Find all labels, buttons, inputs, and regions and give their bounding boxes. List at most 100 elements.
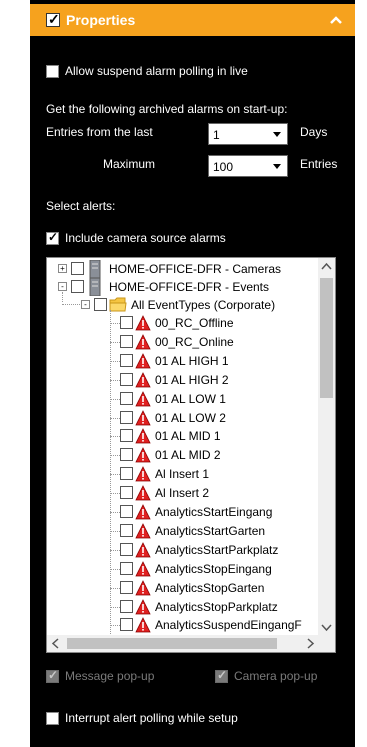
alert-checkbox[interactable] bbox=[120, 486, 133, 500]
alert-label: 00_RC_Online bbox=[155, 334, 234, 349]
scroll-left-icon[interactable] bbox=[47, 635, 64, 652]
alert-item[interactable]: 00_RC_Online bbox=[47, 333, 319, 351]
properties-header[interactable]: ✓ Properties bbox=[30, 4, 355, 36]
maximum-label: Maximum bbox=[103, 157, 156, 171]
alert-checkbox[interactable] bbox=[120, 580, 133, 594]
collapse-icon[interactable]: - bbox=[58, 282, 67, 291]
alarm-icon bbox=[135, 522, 151, 539]
alert-checkbox[interactable] bbox=[120, 391, 133, 405]
alert-item[interactable]: AnalyticsStopParkplatz bbox=[47, 598, 319, 616]
alert-item[interactable]: Al Insert 2 bbox=[47, 484, 319, 502]
alert-item[interactable]: AnalyticsStartParkplatz bbox=[47, 541, 319, 559]
dropdown-arrow-icon[interactable] bbox=[269, 158, 285, 174]
alert-checkbox[interactable] bbox=[120, 599, 133, 613]
alarm-icon bbox=[135, 504, 151, 520]
maximum-combo[interactable]: 100 bbox=[208, 155, 288, 177]
alert-label: Al Insert 1 bbox=[155, 467, 210, 482]
folder-icon bbox=[109, 297, 127, 312]
alert-checkbox[interactable] bbox=[120, 561, 133, 575]
alarm-icon bbox=[135, 560, 151, 577]
alert-item[interactable]: AnalyticsStartEingang bbox=[47, 503, 319, 521]
alert-checkbox[interactable] bbox=[120, 505, 133, 518]
alert-checkbox[interactable] bbox=[120, 353, 133, 367]
tree-horizontal-scrollbar[interactable] bbox=[47, 635, 319, 652]
scroll-up-icon[interactable] bbox=[318, 258, 335, 275]
scroll-right-icon[interactable] bbox=[302, 635, 319, 652]
alarm-icon bbox=[135, 541, 151, 558]
dropdown-arrow-icon[interactable] bbox=[269, 126, 285, 142]
alarm-icon bbox=[135, 315, 151, 331]
alert-item[interactable]: 01 AL HIGH 2 bbox=[47, 371, 319, 389]
include-camera-checkbox[interactable] bbox=[46, 230, 59, 245]
alert-label: AnalyticsStartGarten bbox=[155, 523, 266, 538]
alert-checkbox[interactable] bbox=[120, 372, 133, 386]
alert-checkbox[interactable] bbox=[120, 467, 133, 481]
select-alerts-label: Select alerts: bbox=[46, 199, 116, 213]
tree-node-events[interactable]: - HOME-OFFICE-DFR - Events bbox=[47, 278, 319, 296]
alert-checkbox[interactable] bbox=[120, 410, 133, 424]
tree-node-all-eventtypes[interactable]: - All EventTypes (Corporate) bbox=[47, 292, 319, 314]
alert-item[interactable]: AnalyticsStopEingang bbox=[47, 560, 319, 578]
tree-node-checkbox[interactable] bbox=[94, 298, 107, 311]
interrupt-checkbox[interactable] bbox=[46, 712, 59, 725]
scroll-down-icon[interactable] bbox=[318, 619, 335, 636]
alert-label: Al Insert 2 bbox=[155, 486, 210, 501]
include-camera-label: Include camera source alarms bbox=[65, 231, 226, 245]
camera-popup-checkbox[interactable] bbox=[215, 668, 228, 683]
alarm-icon bbox=[135, 598, 151, 614]
scroll-thumb[interactable] bbox=[67, 638, 277, 649]
entries-from-label: Entries from the last bbox=[46, 125, 153, 139]
tree-node-label: HOME-OFFICE-DFR - Events bbox=[109, 280, 270, 294]
alert-label: 01 AL LOW 1 bbox=[155, 391, 226, 406]
tree-node-checkbox[interactable] bbox=[71, 280, 84, 293]
alert-label: 01 AL HIGH 2 bbox=[155, 372, 229, 387]
alert-item[interactable]: 01 AL LOW 1 bbox=[47, 390, 319, 408]
scroll-thumb[interactable] bbox=[320, 278, 333, 398]
alert-label: AnalyticsStopGarten bbox=[155, 580, 265, 595]
alert-item[interactable]: 00_RC_Offline bbox=[47, 314, 319, 332]
chevron-up-icon[interactable] bbox=[329, 13, 343, 27]
alarm-icon bbox=[135, 579, 151, 595]
server-icon bbox=[89, 260, 101, 278]
alert-item[interactable]: 01 AL MID 1 bbox=[47, 427, 319, 445]
alert-item[interactable]: AnalyticsStartGarten bbox=[47, 522, 319, 540]
alarm-icon bbox=[135, 466, 151, 482]
properties-panel: ✓ Properties Allow suspend alarm polling… bbox=[30, 0, 355, 747]
alert-checkbox[interactable] bbox=[120, 334, 133, 348]
properties-enable-checkbox[interactable]: ✓ bbox=[46, 11, 60, 27]
message-popup-checkbox[interactable] bbox=[46, 668, 59, 683]
maximum-unit: Entries bbox=[300, 157, 338, 171]
entries-from-combo[interactable]: 1 bbox=[208, 123, 288, 145]
alert-checkbox[interactable] bbox=[120, 316, 133, 329]
alert-item[interactable]: AnalyticsSuspendEingangF bbox=[47, 616, 319, 634]
alerts-tree[interactable]: + HOME-OFFICE-DFR - Cameras - HOME-OFFIC… bbox=[46, 257, 336, 653]
alert-checkbox[interactable] bbox=[120, 618, 133, 632]
tree-node-label: HOME-OFFICE-DFR - Cameras bbox=[109, 262, 281, 276]
server-icon bbox=[89, 278, 101, 296]
maximum-value: 100 bbox=[213, 160, 234, 174]
collapse-icon[interactable]: - bbox=[81, 300, 90, 309]
alert-label: AnalyticsSuspendEingangF bbox=[155, 618, 302, 633]
expand-icon[interactable]: + bbox=[58, 264, 67, 273]
alert-checkbox[interactable] bbox=[120, 448, 133, 462]
allow-suspend-label: Allow suspend alarm polling in live bbox=[65, 64, 248, 78]
alert-item[interactable]: 01 AL LOW 2 bbox=[47, 409, 319, 427]
camera-popup-label: Camera pop-up bbox=[234, 669, 318, 683]
alert-checkbox[interactable] bbox=[120, 542, 133, 556]
alert-item[interactable]: 01 AL HIGH 1 bbox=[47, 352, 319, 370]
alert-item[interactable]: AnalyticsStopGarten bbox=[47, 579, 319, 597]
alert-item[interactable]: Al Insert 1 bbox=[47, 465, 319, 483]
properties-title: Properties bbox=[66, 12, 136, 28]
tree-node-checkbox[interactable] bbox=[71, 262, 84, 275]
entries-from-unit: Days bbox=[300, 125, 328, 139]
message-popup-label: Message pop-up bbox=[65, 669, 155, 683]
tree-node-cameras[interactable]: + HOME-OFFICE-DFR - Cameras bbox=[47, 260, 319, 278]
alert-item[interactable]: 01 AL MID 2 bbox=[47, 446, 319, 464]
alert-checkbox[interactable] bbox=[120, 523, 133, 537]
tree-vertical-scrollbar[interactable] bbox=[318, 258, 335, 636]
allow-suspend-checkbox[interactable] bbox=[46, 65, 59, 78]
alarm-icon bbox=[135, 390, 151, 406]
alert-label: 01 AL LOW 2 bbox=[155, 410, 226, 425]
alert-checkbox[interactable] bbox=[120, 429, 133, 443]
alert-label: AnalyticsStartEingang bbox=[155, 505, 273, 519]
